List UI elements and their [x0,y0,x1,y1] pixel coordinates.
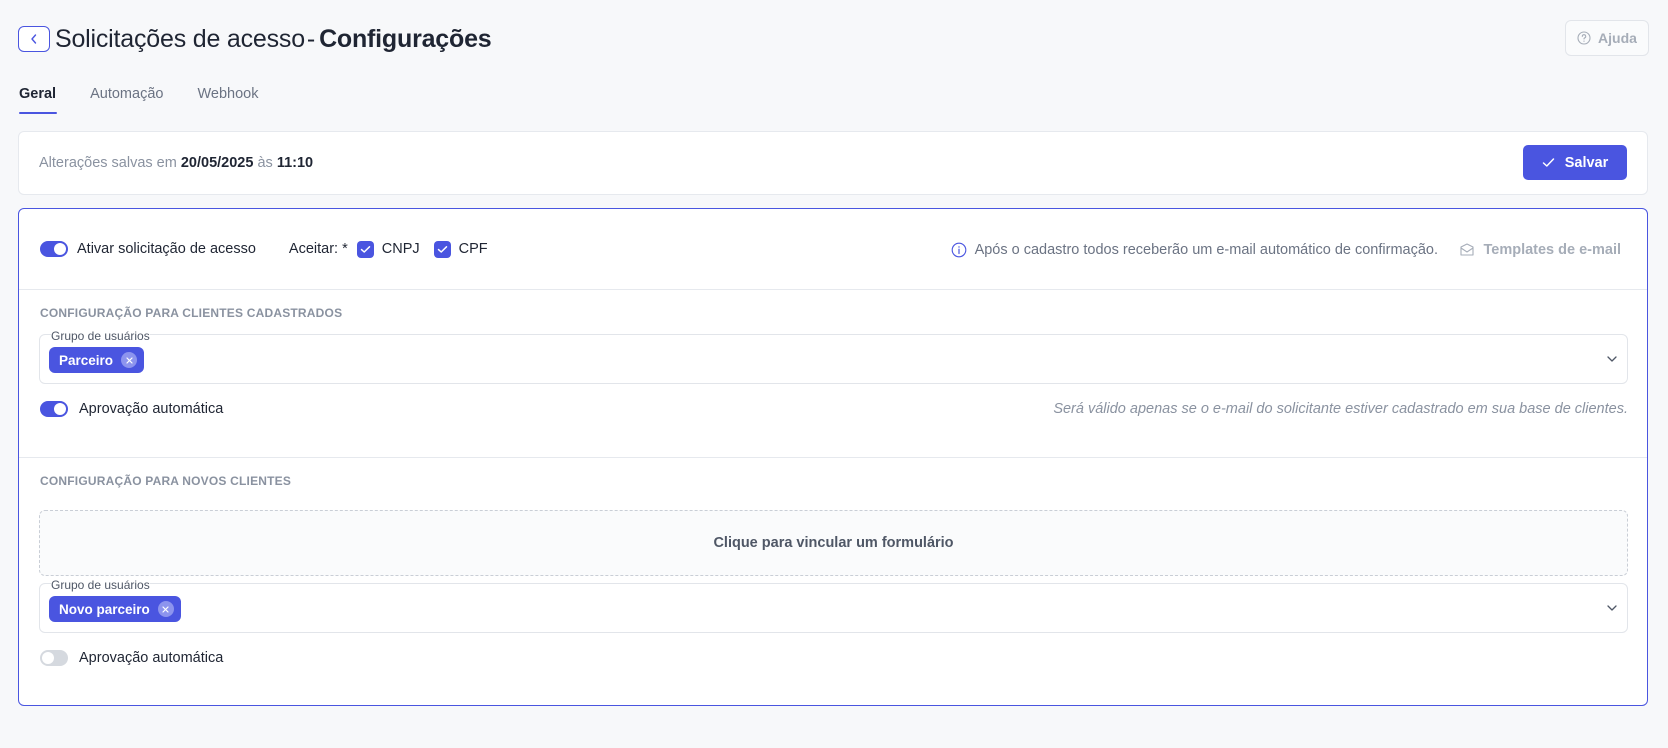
group-chip-parceiro: Parceiro [49,347,145,373]
link-form-label: Clique para vincular um formulário [713,535,954,551]
help-button[interactable]: Ajuda [1565,20,1649,56]
group-chip-label: Novo parceiro [59,601,150,617]
group-chip-label: Parceiro [59,352,114,368]
registered-auto-approval-toggle[interactable] [40,401,68,417]
registered-auto-approval-row: Aprovação automática Será válido apenas … [40,398,1628,420]
settings-panel: Ativar solicitação de acesso Aceitar: * … [18,208,1648,706]
enable-request-label: Ativar solicitação de acesso [77,241,256,257]
cnpj-checkbox[interactable] [356,240,374,258]
confirmation-info-text: Após o cadastro todos receberão um e-mai… [974,241,1438,258]
back-button[interactable] [18,26,50,52]
tab-geral[interactable]: Geral [19,86,58,114]
save-status-prefix: Alterações salvas em [39,155,177,171]
title-separator: - [306,24,316,53]
registered-group-label: Grupo de usuários [51,329,150,343]
chevron-down-icon [1607,356,1617,362]
title-main: Solicitações de acesso [55,24,305,53]
email-templates-label: Templates de e-mail [1483,241,1621,258]
auto-approval-note: Será válido apenas se o e-mail do solici… [1053,401,1628,417]
cpf-label: CPF [458,241,488,257]
new-clients-section-title: CONFIGURAÇÃO PARA NOVOS CLIENTES [40,474,292,488]
new-clients-group-label: Grupo de usuários [51,578,150,592]
tab-webhook[interactable]: Webhook [197,86,258,114]
mail-icon [1460,242,1475,256]
registered-section-title: CONFIGURAÇÃO PARA CLIENTES CADASTRADOS [40,306,343,320]
enable-request-toggle[interactable] [40,241,68,257]
info-circle-icon [951,242,966,257]
chevron-left-icon [31,34,37,44]
email-templates-link[interactable]: Templates de e-mail [1459,209,1621,290]
check-icon [1542,158,1554,167]
page-title: Solicitações de acesso- Configurações [55,25,492,54]
registered-group-select[interactable]: Grupo de usuários Parceiro [39,329,1628,384]
help-label: Ajuda [1598,30,1637,46]
remove-chip-button[interactable] [121,352,138,368]
chevron-down-icon [1607,605,1617,611]
cnpj-label: CNPJ [381,241,420,257]
registered-auto-approval-label: Aprovação automática [79,401,224,417]
link-form-dropzone[interactable]: Clique para vincular um formulário [39,510,1628,576]
page-header: Solicitações de acesso- Configurações Aju… [18,20,1649,56]
remove-chip-button[interactable] [157,601,174,617]
save-status-time: 11:10 [276,155,314,171]
save-status-bar: Alterações salvas em 20/05/2025 às 11:10… [18,131,1648,195]
accept-label: Aceitar: * [288,241,348,257]
check-icon [437,245,447,253]
new-clients-auto-approval-toggle[interactable] [40,650,68,666]
tab-automacao[interactable]: Automação [90,86,163,114]
general-settings-row: Ativar solicitação de acesso Aceitar: * … [19,209,1647,290]
confirmation-info: Após o cadastro todos receberão um e-mai… [951,209,1438,290]
title-bold: Configurações [319,24,492,53]
check-icon [360,245,371,253]
close-icon [125,356,133,364]
cpf-checkbox[interactable] [433,240,451,258]
save-status-at: às [257,155,273,171]
new-clients-auto-approval-row: Aprovação automática [40,647,1628,669]
new-clients-auto-approval-label: Aprovação automática [79,650,224,666]
save-button-label: Salvar [1564,154,1609,171]
help-circle-icon [1577,31,1591,45]
save-button[interactable]: Salvar [1523,145,1627,180]
tab-bar: Geral Automação Webhook [19,86,258,114]
section-divider [19,457,1647,458]
group-chip-novo-parceiro: Novo parceiro [49,596,181,622]
save-status-date: 20/05/2025 [180,155,254,171]
new-clients-group-select[interactable]: Grupo de usuários Novo parceiro [39,578,1628,633]
close-icon [162,605,169,613]
